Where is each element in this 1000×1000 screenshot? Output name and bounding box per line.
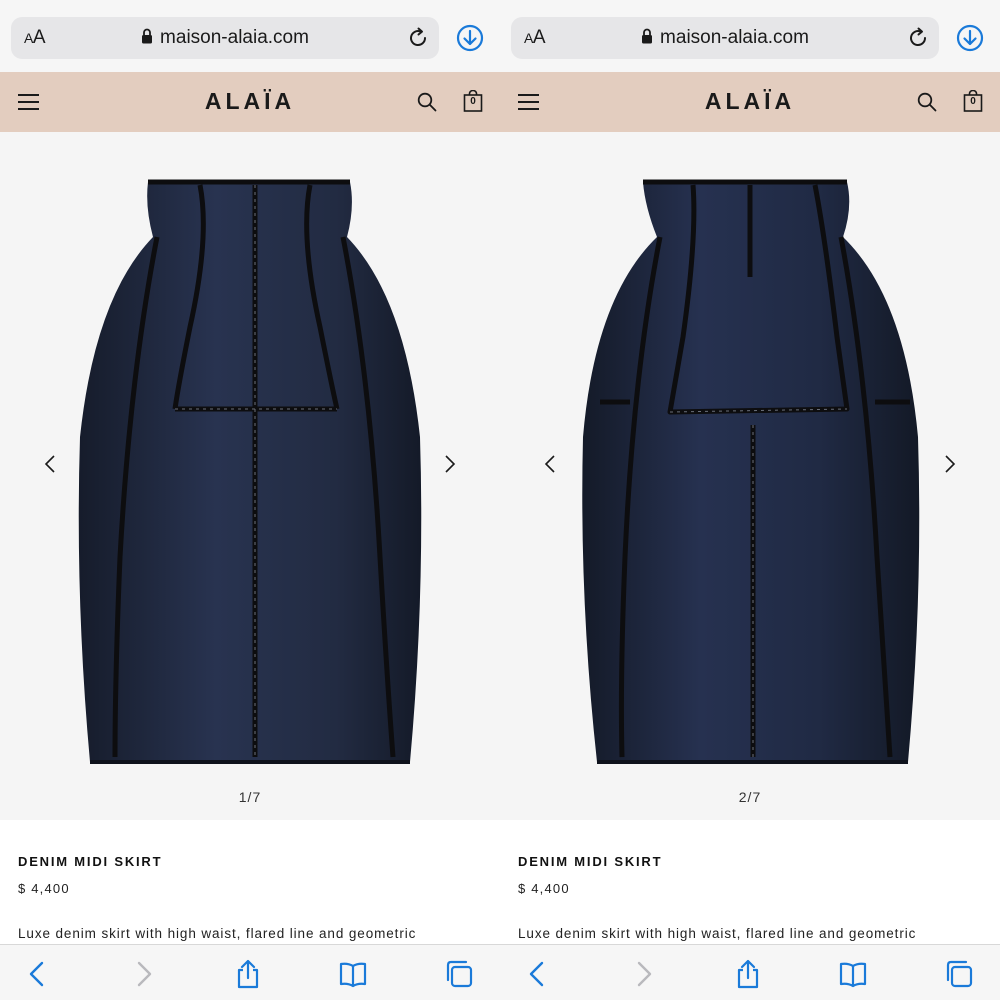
screenshot-pane-1: AA maison-alaia.com ALAÏA 0 1/7 DENIM MI… [0, 0, 500, 1000]
site-header: ALAÏA 0 [500, 72, 1000, 132]
product-gallery[interactable]: 2/7 [500, 132, 1000, 820]
url-display[interactable]: maison-alaia.com [11, 27, 439, 49]
screenshot-pane-2: AA maison-alaia.com ALAÏA 0 2/7 DENIM MI… [500, 0, 1000, 1000]
address-bar[interactable]: AA maison-alaia.com [11, 17, 439, 59]
product-price: $ 4,400 [518, 881, 570, 896]
image-counter: 1/7 [238, 789, 262, 805]
bookmarks-icon[interactable] [338, 959, 368, 989]
back-icon[interactable] [23, 959, 53, 989]
forward-icon[interactable] [628, 959, 658, 989]
product-description: Luxe denim skirt with high waist, flared… [18, 926, 417, 941]
shopping-bag-button[interactable]: 0 [463, 89, 483, 112]
reload-icon[interactable] [907, 27, 929, 49]
skirt-front-image [78, 179, 422, 764]
lock-icon [142, 28, 153, 44]
cart-count: 0 [970, 96, 976, 107]
site-header: ALAÏA 0 [0, 72, 500, 132]
bookmarks-icon[interactable] [838, 959, 868, 989]
shopping-bag-button[interactable]: 0 [963, 89, 983, 112]
url-text: maison-alaia.com [660, 27, 809, 48]
browser-toolbar [500, 944, 1000, 1000]
product-name: DENIM MIDI SKIRT [18, 854, 163, 869]
lock-icon [642, 28, 653, 44]
download-icon[interactable] [956, 24, 984, 52]
browser-toolbar [0, 944, 500, 1000]
product-description: Luxe denim skirt with high waist, flared… [518, 926, 917, 941]
previous-image-button[interactable] [542, 450, 558, 478]
search-icon[interactable] [917, 92, 937, 112]
product-gallery[interactable]: 1/7 [0, 132, 500, 820]
cart-count: 0 [470, 96, 476, 107]
share-icon[interactable] [733, 959, 763, 989]
product-price: $ 4,400 [18, 881, 70, 896]
download-icon[interactable] [456, 24, 484, 52]
search-icon[interactable] [417, 92, 437, 112]
back-icon[interactable] [523, 959, 553, 989]
previous-image-button[interactable] [42, 450, 58, 478]
forward-icon[interactable] [128, 959, 158, 989]
skirt-back-image [582, 179, 920, 764]
url-text: maison-alaia.com [160, 27, 309, 48]
url-display[interactable]: maison-alaia.com [511, 27, 939, 49]
share-icon[interactable] [233, 959, 263, 989]
product-name: DENIM MIDI SKIRT [518, 854, 663, 869]
next-image-button[interactable] [442, 450, 458, 478]
browser-top-bar: AA maison-alaia.com [0, 0, 500, 72]
image-counter: 2/7 [738, 789, 762, 805]
next-image-button[interactable] [942, 450, 958, 478]
address-bar[interactable]: AA maison-alaia.com [511, 17, 939, 59]
tabs-icon[interactable] [444, 959, 474, 989]
tabs-icon[interactable] [944, 959, 974, 989]
reload-icon[interactable] [407, 27, 429, 49]
browser-top-bar: AA maison-alaia.com [500, 0, 1000, 72]
